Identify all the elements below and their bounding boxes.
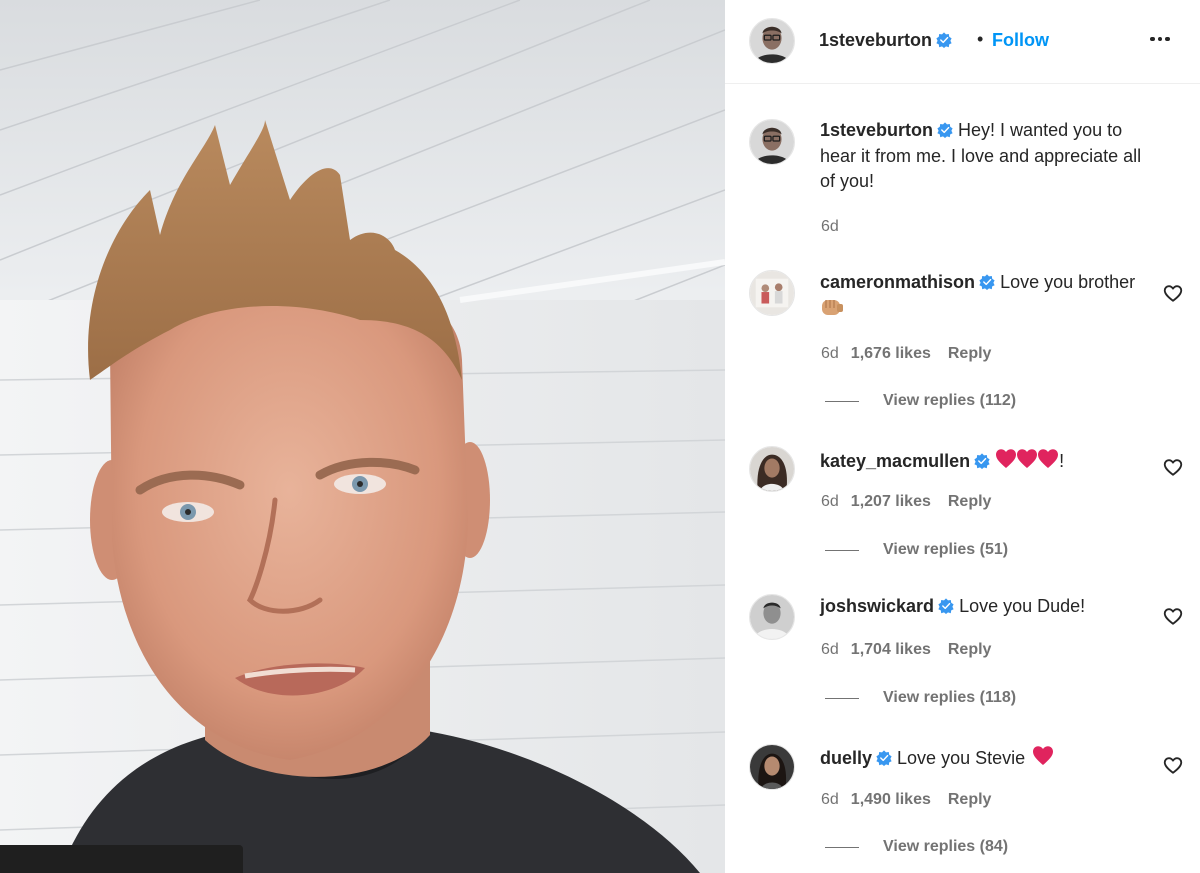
comment-time[interactable]: 6d — [821, 493, 839, 511]
view-replies-line — [825, 846, 859, 848]
commenter-avatar[interactable] — [749, 744, 795, 790]
comment-time[interactable]: 6d — [821, 791, 839, 809]
author-username[interactable]: 1steveburton — [819, 30, 952, 51]
post-caption: 1steveburton Hey! I wanted you to hear i… — [725, 84, 1200, 254]
comment-item: cameronmathison Love you brother 6d 1,67… — [725, 254, 1200, 424]
comment-username[interactable]: joshswickard — [820, 596, 934, 616]
verified-badge-icon — [974, 453, 990, 469]
verified-badge-icon — [936, 32, 952, 48]
post-sidebar: 1steveburton • Follow 1steveburton Hey! … — [725, 0, 1200, 873]
verified-badge-icon — [876, 750, 892, 766]
red-heart-emoji-icon — [1033, 746, 1054, 765]
header-separator: • — [977, 29, 984, 49]
comment-text: katey_macmullen ! — [820, 446, 1160, 475]
view-replies-label: View replies (51) — [883, 541, 1009, 558]
video-progress-bar[interactable] — [0, 845, 243, 873]
verified-badge-icon — [938, 598, 954, 614]
comment-item: joshswickard Love you Dude! 6d 1,704 lik… — [725, 574, 1200, 724]
verified-badge-icon — [937, 122, 953, 138]
comment-body: Love you Stevie — [897, 748, 1026, 768]
comment-likes[interactable]: 1,207 likes — [851, 493, 931, 511]
heart-outline-icon[interactable] — [1162, 282, 1184, 304]
comment-body: Love you Dude! — [959, 596, 1086, 616]
comment-text: duelly Love you Stevie — [820, 743, 1160, 772]
comment-item: katey_macmullen ! 6d 1,207 likes Reply V… — [725, 424, 1200, 574]
comment-likes[interactable]: 1,704 likes — [851, 641, 931, 659]
view-replies-button[interactable]: View replies (84) — [825, 838, 1008, 856]
commenter-avatar[interactable] — [749, 446, 795, 492]
comment-meta: 6d 1,490 likes Reply — [821, 791, 991, 809]
author-avatar[interactable] — [749, 18, 795, 64]
reply-button[interactable]: Reply — [948, 345, 992, 363]
view-replies-line — [825, 549, 859, 551]
comment-username[interactable]: duelly — [820, 748, 872, 768]
reply-button[interactable]: Reply — [948, 641, 992, 659]
heart-outline-icon[interactable] — [1162, 754, 1184, 776]
comment-body: Love you brother — [1000, 272, 1136, 292]
reply-button[interactable]: Reply — [948, 493, 992, 511]
post-media[interactable] — [0, 0, 725, 873]
verified-badge-icon — [979, 274, 995, 290]
caption-time[interactable]: 6d — [821, 218, 839, 236]
comment-username[interactable]: katey_macmullen — [820, 451, 970, 471]
comment-username[interactable]: cameronmathison — [820, 272, 975, 292]
comment-likes[interactable]: 1,490 likes — [851, 791, 931, 809]
comment-meta: 6d 1,704 likes Reply — [821, 641, 991, 659]
comment-time[interactable]: 6d — [821, 641, 839, 659]
reply-button[interactable]: Reply — [948, 791, 992, 809]
view-replies-line — [825, 697, 859, 699]
more-options-icon[interactable] — [1145, 24, 1175, 54]
comment-body: ! — [1059, 451, 1065, 471]
commenter-avatar[interactable] — [749, 594, 795, 640]
post-header: 1steveburton • Follow — [725, 0, 1200, 84]
view-replies-button[interactable]: View replies (118) — [825, 689, 1016, 707]
three-hearts-emoji-icon — [996, 449, 1059, 468]
view-replies-button[interactable]: View replies (112) — [825, 392, 1016, 410]
comment-text: cameronmathison Love you brother — [820, 270, 1160, 322]
view-replies-button[interactable]: View replies (51) — [825, 541, 1008, 559]
caption-text: 1steveburton Hey! I wanted you to hear i… — [820, 118, 1160, 195]
comment-time[interactable]: 6d — [821, 345, 839, 363]
view-replies-label: View replies (84) — [883, 838, 1009, 855]
comment-meta: 6d 1,207 likes Reply — [821, 493, 991, 511]
comment-text: joshswickard Love you Dude! — [820, 594, 1160, 620]
comment-item: duelly Love you Stevie 6d 1,490 likes Re… — [725, 724, 1200, 873]
fist-bump-emoji-icon — [822, 299, 843, 315]
caption-meta: 6d — [821, 218, 851, 236]
follow-button[interactable]: Follow — [992, 30, 1049, 51]
view-replies-label: View replies (112) — [883, 392, 1017, 409]
caption-username[interactable]: 1steveburton — [820, 120, 933, 140]
view-replies-line — [825, 400, 859, 402]
comment-meta: 6d 1,676 likes Reply — [821, 345, 991, 363]
caption-author-avatar[interactable] — [749, 119, 795, 165]
heart-outline-icon[interactable] — [1162, 605, 1184, 627]
selfie-video-frame — [0, 0, 725, 873]
view-replies-label: View replies (118) — [883, 689, 1017, 706]
heart-outline-icon[interactable] — [1162, 456, 1184, 478]
author-username-text: 1steveburton — [819, 30, 933, 50]
commenter-avatar[interactable] — [749, 270, 795, 316]
comment-likes[interactable]: 1,676 likes — [851, 345, 931, 363]
